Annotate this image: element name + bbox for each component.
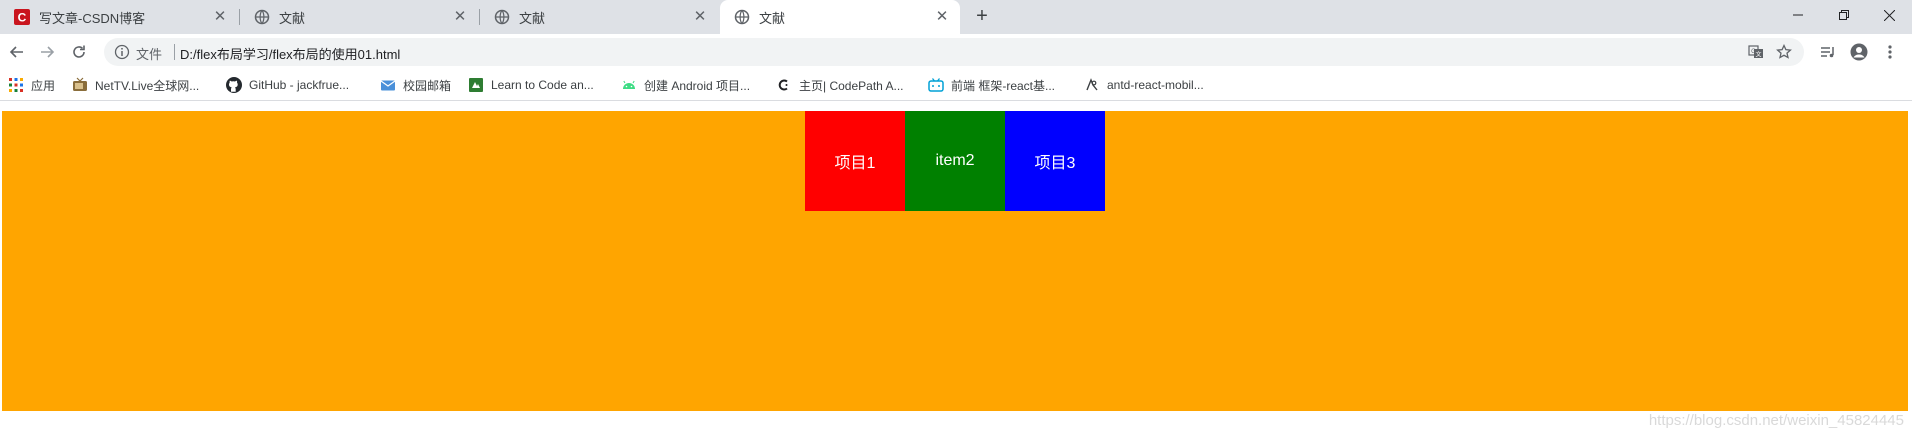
bookmark-label: 前端 框架-react基...: [951, 78, 1056, 93]
freecodecamp-icon: [468, 77, 484, 93]
translate-icon[interactable]: 文G: [1746, 42, 1766, 62]
bookmark-label: GitHub - jackfrue...: [249, 78, 350, 92]
globe-icon: [734, 9, 750, 25]
bookmark-apps[interactable]: 应用: [8, 76, 55, 94]
tab-literature-2[interactable]: 文献 ✕: [480, 0, 718, 34]
bilibili-icon: [928, 77, 944, 93]
tab-strip: C 写文章-CSDN博客 ✕ 文献 ✕ 文献 ✕ 文献 ✕ +: [0, 0, 1912, 34]
bookmark-nettv[interactable]: NetTV.Live全球网...: [72, 76, 199, 94]
reload-icon[interactable]: [68, 41, 90, 63]
bookmark-label: 应用: [31, 78, 56, 93]
globe-icon: [494, 9, 510, 25]
android-icon: [621, 77, 637, 93]
antd-icon: [1084, 77, 1100, 93]
bookmark-label: NetTV.Live全球网...: [95, 78, 200, 93]
minimize-icon[interactable]: [1775, 0, 1821, 30]
info-icon[interactable]: [114, 44, 130, 60]
bookmark-github[interactable]: GitHub - jackfrue...: [226, 76, 349, 94]
page-viewport: 项目1 item2 项目3 https://blog.csdn.net/weix…: [0, 102, 1912, 441]
new-tab-plus-icon[interactable]: +: [970, 5, 994, 29]
globe-icon: [254, 9, 270, 25]
svg-text:G: G: [1751, 49, 1756, 55]
tab-close-icon[interactable]: ✕: [692, 9, 708, 25]
bookmark-label: 创建 Android 项目...: [644, 78, 751, 93]
address-bar[interactable]: 文件 D:/flex布局学习/flex布局的使用01.html 文G: [104, 38, 1804, 66]
flex-container: 项目1 item2 项目3: [2, 111, 1908, 411]
bookmark-codepath[interactable]: 主页| CodePath A...: [776, 76, 904, 94]
tab-close-icon[interactable]: ✕: [934, 9, 950, 25]
bookmark-label: Learn to Code an...: [491, 78, 594, 92]
bookmark-android[interactable]: 创建 Android 项目...: [621, 76, 750, 94]
bookmark-learn-to-code[interactable]: Learn to Code an...: [468, 76, 594, 94]
back-arrow-icon[interactable]: [6, 41, 28, 63]
bookmark-label: 主页| CodePath A...: [799, 78, 904, 93]
bookmark-label: antd-react-mobil...: [1107, 78, 1204, 92]
tab-literature-1[interactable]: 文献 ✕: [240, 0, 478, 34]
watermark: https://blog.csdn.net/weixin_45824445: [1648, 412, 1904, 429]
github-icon: [226, 77, 242, 93]
bookmark-label: 校园邮箱: [403, 78, 452, 93]
media-queue-icon[interactable]: [1818, 42, 1838, 62]
apps-grid-icon: [8, 77, 24, 93]
bookmarks-bar: 应用 NetTV.Live全球网... GitHub - jackfrue...…: [0, 70, 1912, 101]
forward-arrow-icon[interactable]: [36, 41, 58, 63]
bookmark-star-icon[interactable]: [1774, 42, 1794, 62]
csdn-logo-icon: C: [14, 9, 30, 25]
flex-item-3: 项目3: [1005, 111, 1105, 211]
omnibox-divider: [174, 44, 175, 60]
tab-title: 文献: [759, 10, 786, 26]
flex-item-2: item2: [905, 111, 1005, 211]
svg-text:文: 文: [1755, 51, 1761, 59]
tab-title: 文献: [279, 10, 306, 26]
tab-title: 写文章-CSDN博客: [39, 10, 146, 26]
tab-close-icon[interactable]: ✕: [452, 9, 468, 25]
browser-toolbar: 文件 D:/flex布局学习/flex布局的使用01.html 文G: [0, 34, 1912, 70]
mail-icon: [380, 77, 396, 93]
tab-csdn[interactable]: C 写文章-CSDN博客 ✕: [0, 0, 238, 34]
tab-title: 文献: [519, 10, 546, 26]
bookmark-campus-mail[interactable]: 校园邮箱: [380, 76, 451, 94]
close-window-icon[interactable]: [1866, 0, 1912, 30]
more-menu-icon[interactable]: [1880, 42, 1900, 62]
flex-item-1: 项目1: [805, 111, 905, 211]
profile-avatar-icon[interactable]: [1849, 42, 1869, 62]
bookmark-antd-mobile[interactable]: antd-react-mobil...: [1084, 76, 1204, 94]
url-text[interactable]: D:/flex布局学习/flex布局的使用01.html: [180, 44, 400, 63]
codepath-icon: [776, 77, 792, 93]
bookmark-react-frontend[interactable]: 前端 框架-react基...: [928, 76, 1055, 94]
tab-literature-active[interactable]: 文献 ✕: [720, 0, 960, 34]
svg-text:C: C: [18, 11, 27, 25]
tab-close-icon[interactable]: ✕: [212, 9, 228, 25]
scheme-label: 文件: [136, 47, 163, 62]
restore-icon[interactable]: [1821, 0, 1867, 30]
tv-icon: [72, 77, 88, 93]
